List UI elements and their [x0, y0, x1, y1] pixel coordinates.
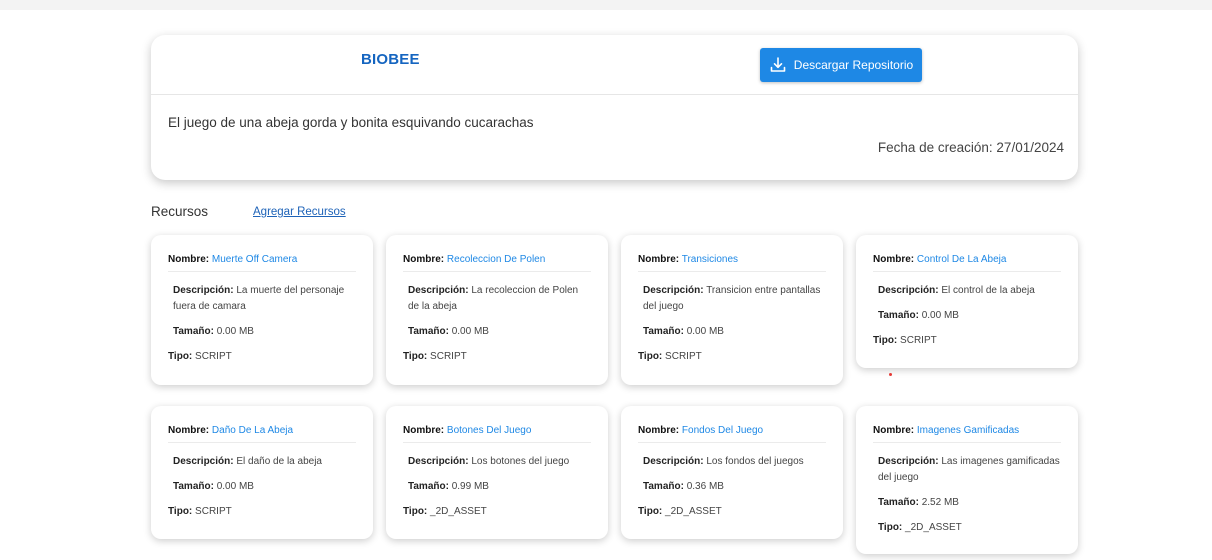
resource-name-value[interactable]: Fondos Del Juego	[682, 425, 763, 436]
resource-name-value[interactable]: Recoleccion De Polen	[447, 254, 545, 265]
creation-date-label: Fecha de creación:	[877, 140, 993, 155]
indicator-dot	[889, 373, 892, 376]
resource-size: Tamaño: 0.00 MB	[408, 326, 489, 337]
header-divider	[151, 94, 1078, 95]
add-resources-link[interactable]: Agregar Recursos	[253, 206, 346, 218]
resource-type: Tipo: SCRIPT	[168, 506, 232, 517]
resource-type: Tipo: _2D_ASSET	[878, 522, 962, 533]
resource-name: Nombre: Recoleccion De Polen	[403, 254, 591, 272]
download-icon	[769, 56, 787, 74]
repository-title: BIOBEE	[361, 51, 420, 68]
creation-date: Fecha de creación: 27/01/2024	[878, 140, 1064, 155]
resource-name: Nombre: Daño De La Abeja	[168, 425, 356, 443]
resource-size: Tamaño: 0.99 MB	[408, 481, 489, 492]
resource-name: Nombre: Botones Del Juego	[403, 425, 591, 443]
resource-name-value[interactable]: Daño De La Abeja	[212, 425, 293, 436]
top-band	[0, 0, 1212, 10]
resource-size: Tamaño: 0.00 MB	[173, 481, 254, 492]
resource-size: Tamaño: 0.00 MB	[878, 310, 959, 321]
repository-header-card: BIOBEE Descargar Repositorio El juego de…	[151, 35, 1078, 180]
resource-name-value[interactable]: Transiciones	[682, 254, 738, 265]
resource-card[interactable]: Nombre: Imagenes Gamificadas Descripción…	[856, 406, 1078, 554]
resource-description: Descripción: Los botones del juego	[408, 456, 570, 467]
download-button-label: Descargar Repositorio	[793, 58, 914, 72]
resource-description: Descripción: Las imagenes gamificadas de…	[878, 456, 1060, 483]
resource-type: Tipo: _2D_ASSET	[638, 506, 722, 517]
resource-card[interactable]: Nombre: Botones Del Juego Descripción: L…	[386, 406, 608, 539]
resource-name-value[interactable]: Muerte Off Camera	[212, 254, 297, 265]
resource-description: Descripción: La muerte del personaje fue…	[173, 285, 345, 312]
resource-description: Descripción: La recoleccion de Polen de …	[408, 285, 579, 312]
resource-card[interactable]: Nombre: Transiciones Descripción: Transi…	[621, 235, 843, 385]
resource-card[interactable]: Nombre: Control De La Abeja Descripción:…	[856, 235, 1078, 368]
resource-type: Tipo: SCRIPT	[638, 351, 702, 362]
resource-name: Nombre: Imagenes Gamificadas	[873, 425, 1061, 443]
creation-date-value: 27/01/2024	[996, 140, 1064, 155]
resource-type: Tipo: _2D_ASSET	[403, 506, 487, 517]
repository-description: El juego de una abeja gorda y bonita esq…	[168, 115, 534, 130]
resource-size: Tamaño: 0.00 MB	[173, 326, 254, 337]
resource-name-value[interactable]: Control De La Abeja	[917, 254, 1007, 265]
resource-type: Tipo: SCRIPT	[168, 351, 232, 362]
resource-size: Tamaño: 0.36 MB	[643, 481, 724, 492]
resource-name: Nombre: Fondos Del Juego	[638, 425, 826, 443]
resource-name-value[interactable]: Botones Del Juego	[447, 425, 532, 436]
resource-size: Tamaño: 0.00 MB	[643, 326, 724, 337]
resource-card[interactable]: Nombre: Fondos Del Juego Descripción: Lo…	[621, 406, 843, 539]
resource-description: Descripción: Los fondos del juegos	[643, 456, 804, 467]
resource-description: Descripción: El daño de la abeja	[173, 456, 322, 467]
resource-card[interactable]: Nombre: Recoleccion De Polen Descripción…	[386, 235, 608, 385]
resources-heading: Recursos	[151, 204, 209, 219]
resource-type: Tipo: SCRIPT	[403, 351, 467, 362]
resource-type: Tipo: SCRIPT	[873, 335, 937, 346]
resource-name: Nombre: Transiciones	[638, 254, 826, 272]
resource-card[interactable]: Nombre: Muerte Off Camera Descripción: L…	[151, 235, 373, 385]
resource-description: Descripción: El control de la abeja	[878, 285, 1035, 296]
resource-name: Nombre: Control De La Abeja	[873, 254, 1061, 272]
download-repository-button[interactable]: Descargar Repositorio	[760, 48, 922, 82]
resource-description: Descripción: Transicion entre pantallas …	[643, 285, 821, 312]
resource-name: Nombre: Muerte Off Camera	[168, 254, 356, 272]
resource-size: Tamaño: 2.52 MB	[878, 497, 959, 508]
resource-name-value[interactable]: Imagenes Gamificadas	[917, 425, 1019, 436]
resource-card[interactable]: Nombre: Daño De La Abeja Descripción: El…	[151, 406, 373, 539]
